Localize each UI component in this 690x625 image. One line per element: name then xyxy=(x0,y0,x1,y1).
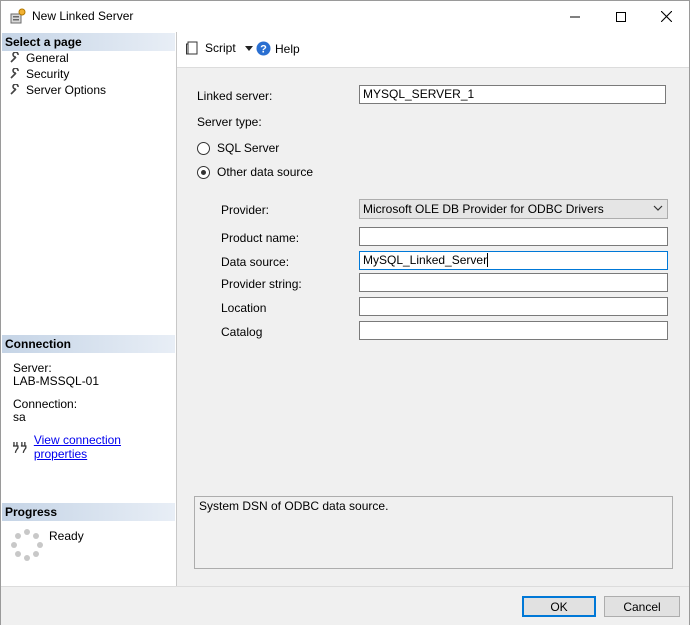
other-data-source-radio[interactable] xyxy=(197,165,210,179)
data-source-input-value: MySQL_Linked_Server xyxy=(363,253,488,267)
page-server-options[interactable]: Server Options xyxy=(9,82,106,98)
svg-text:?: ? xyxy=(260,44,267,56)
sql-server-radio[interactable] xyxy=(197,141,210,155)
catalog-label: Catalog xyxy=(221,325,263,339)
radio-selected-dot xyxy=(201,169,206,175)
ssms-app-icon xyxy=(10,8,26,24)
sql-server-radio-label: SQL Server xyxy=(217,141,280,155)
general-page-content: Linked server: MYSQL_SERVER_1 Server typ… xyxy=(177,68,689,586)
provider-string-input[interactable] xyxy=(359,273,668,292)
plug-icon xyxy=(12,442,27,453)
text-caret xyxy=(487,253,489,267)
minimize-icon xyxy=(570,16,580,17)
wrench-icon xyxy=(10,68,19,79)
dialog-footer: OK Cancel xyxy=(1,586,689,625)
help-label: Help xyxy=(275,41,300,56)
connection-header: Connection xyxy=(2,335,175,353)
progress-spinner-icon xyxy=(11,529,43,564)
catalog-input[interactable] xyxy=(359,321,668,340)
help-icon: ? xyxy=(256,41,271,56)
linked-server-label: Linked server: xyxy=(197,89,273,103)
description-box: System DSN of ODBC data source. xyxy=(194,496,673,569)
progress-status: Ready xyxy=(49,529,84,543)
view-connection-properties-row: View connection properties xyxy=(12,433,176,461)
script-icon xyxy=(186,41,198,55)
ok-button[interactable]: OK xyxy=(522,596,596,617)
toolbar: Script ? Help xyxy=(177,32,689,68)
provider-dropdown-value: Microsoft OLE DB Provider for ODBC Drive… xyxy=(363,202,604,216)
provider-string-label: Provider string: xyxy=(221,277,302,291)
maximize-icon xyxy=(616,11,626,22)
connection-value: sa xyxy=(13,410,26,424)
wrench-icon xyxy=(10,84,19,95)
page-general-label: General xyxy=(26,51,69,65)
page-general[interactable]: General xyxy=(9,50,69,66)
page-security[interactable]: Security xyxy=(9,66,69,82)
server-label: Server: xyxy=(13,361,52,375)
data-source-input[interactable]: MySQL_Linked_Server xyxy=(359,251,668,270)
product-name-input[interactable] xyxy=(359,227,668,246)
sql-server-radio-row[interactable]: SQL Server xyxy=(197,141,279,155)
select-page-header: Select a page xyxy=(2,33,175,51)
provider-dropdown[interactable]: Microsoft OLE DB Provider for ODBC Drive… xyxy=(359,199,668,219)
title-bar: New Linked Server xyxy=(1,1,689,32)
maximize-button[interactable] xyxy=(598,1,644,32)
other-data-source-radio-label: Other data source xyxy=(217,165,314,179)
wrench-icon xyxy=(10,52,19,63)
data-source-label: Data source: xyxy=(221,255,290,269)
dropdown-arrow-icon xyxy=(244,45,253,51)
cancel-button[interactable]: Cancel xyxy=(604,596,680,617)
chevron-down-icon xyxy=(653,205,663,211)
script-button[interactable]: Script xyxy=(186,41,253,55)
close-button[interactable] xyxy=(643,1,689,32)
connection-label: Connection: xyxy=(13,397,78,411)
script-label: Script xyxy=(205,41,236,55)
progress-header: Progress xyxy=(2,503,175,521)
provider-label: Provider: xyxy=(221,203,270,217)
new-linked-server-dialog: New Linked Server Select a page General … xyxy=(0,0,690,625)
minimize-button[interactable] xyxy=(552,1,598,32)
page-server-options-label: Server Options xyxy=(26,83,107,97)
location-input[interactable] xyxy=(359,297,668,316)
location-label: Location xyxy=(221,301,267,315)
linked-server-input[interactable]: MYSQL_SERVER_1 xyxy=(359,85,666,104)
other-data-source-radio-row[interactable]: Other data source xyxy=(197,165,313,179)
view-connection-properties-link[interactable]: View connection properties xyxy=(34,433,176,461)
help-button[interactable]: ? Help xyxy=(256,41,300,56)
page-security-label: Security xyxy=(26,67,70,81)
server-type-label: Server type: xyxy=(197,115,262,129)
server-value: LAB-MSSQL-01 xyxy=(13,374,100,388)
left-pane: Select a page General Security Server Op… xyxy=(1,32,177,586)
close-icon xyxy=(660,11,672,22)
window-title: New Linked Server xyxy=(32,9,134,23)
product-name-label: Product name: xyxy=(221,231,300,245)
